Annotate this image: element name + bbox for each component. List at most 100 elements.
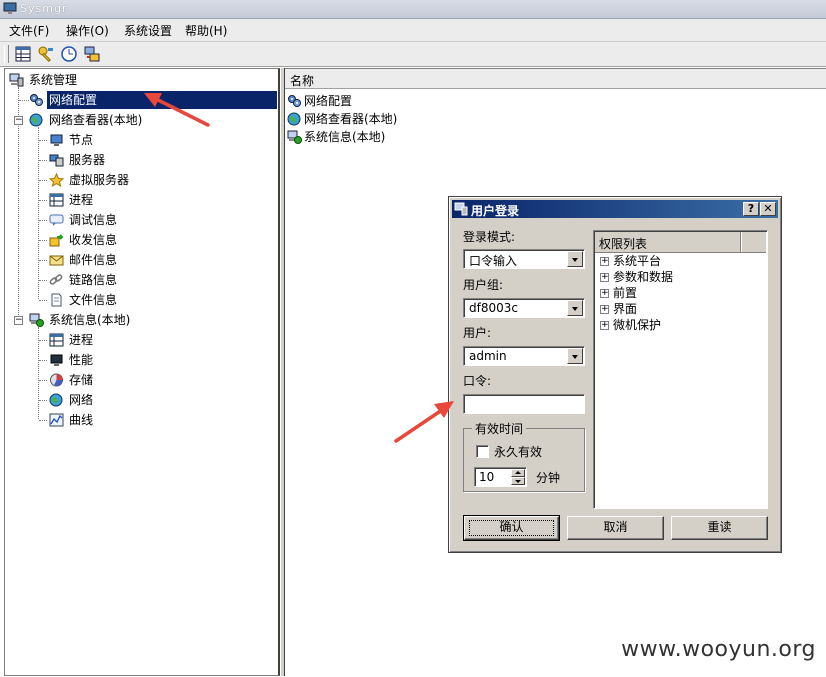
user-group-select[interactable]: df8003c [463,298,585,318]
globe-icon [287,112,301,126]
tree-connector [39,420,47,421]
tree-connector [39,360,47,361]
dialog-title: 用户登录 [471,204,520,218]
tree-connector [39,160,47,161]
exchange-icon [49,234,64,247]
monitor-dark-icon [50,354,63,366]
permanent-label: 永久有效 [494,445,543,459]
toolbar [0,42,826,67]
collapse-toggle[interactable]: − [14,316,23,325]
chevron-down-icon[interactable] [567,348,583,364]
collapse-toggle[interactable]: − [14,116,23,125]
envelope-icon [49,255,64,266]
watermark: www.wooyun.org [621,637,816,662]
cancel-button-label: 取消 [603,520,628,534]
tree-item-label: 邮件信息 [69,253,118,267]
expand-toggle[interactable]: + [600,289,609,298]
chevron-down-icon[interactable] [567,251,583,267]
line-chart-icon [49,413,64,427]
speech-bubble-icon [49,214,64,226]
connect-icon[interactable] [83,45,101,63]
expand-toggle[interactable]: + [600,305,609,314]
user-select[interactable]: admin [463,346,585,366]
navigation-tree[interactable]: 系统管理 网络配置 − 网络查看器(本地) 节点 服务器 虚拟服务器 进程 调试… [4,68,280,676]
computer-info-icon [287,130,302,144]
monitor-icon [3,2,17,14]
password-input[interactable] [463,394,585,414]
column-header-name[interactable]: 名称 [285,69,826,89]
menu-settings[interactable]: 系统设置 [124,22,172,39]
minutes-unit-label: 分钟 [536,471,561,485]
toolbar-grip[interactable] [4,45,9,63]
tree-item-label: 系统管理 [29,73,78,87]
expand-toggle[interactable]: + [600,257,609,266]
permission-list[interactable]: 权限列表 + 系统平台 + 参数和数据 + 前置 + 界面 + 微机保护 [593,230,768,509]
password-label: 口令: [463,374,492,388]
tree-item-label: 虚拟服务器 [69,173,130,187]
column-separator[interactable] [740,232,742,252]
tree-connector [39,220,47,221]
validity-group-title: 有效时间 [472,420,527,437]
star-icon [49,173,64,187]
window-title: Sysmgr [20,2,68,15]
tree-connector [38,127,39,299]
computer-icon [9,73,24,87]
server-icon [49,154,64,167]
grid-icon[interactable] [14,45,32,63]
chevron-down-icon[interactable] [567,300,583,316]
close-button[interactable]: ✕ [760,202,776,216]
focus-rect [469,520,554,536]
spin-down-icon[interactable] [511,477,525,485]
tree-item-label: 性能 [69,353,94,367]
cancel-button[interactable]: 取消 [567,516,664,540]
tree-item-label: 调试信息 [69,213,118,227]
dialog-titlebar[interactable]: 用户登录 ? ✕ [452,200,778,218]
tree-connector [39,140,47,141]
globe-icon [29,113,43,127]
pie-chart-icon [50,373,63,387]
permanent-checkbox[interactable] [476,445,489,458]
tree-item-label: 系统信息(本地) [49,313,131,327]
permission-item-label: 微机保护 [613,318,662,332]
computer-info-icon [29,313,44,327]
tree-item-label: 链路信息 [69,273,118,287]
menu-action[interactable]: 操作(O) [66,22,109,39]
globe-icon [49,393,63,407]
tree-item-label: 节点 [69,133,94,147]
tree-connector [39,300,47,301]
menu-help[interactable]: 帮助(H) [185,22,227,39]
reset-button[interactable]: 重读 [671,516,768,540]
clock-icon[interactable] [60,45,78,63]
spin-up-icon[interactable] [511,469,525,477]
tree-connector [39,380,47,381]
login-mode-value: 口令输入 [469,254,518,268]
user-group-value: df8003c [469,301,518,315]
menu-file[interactable]: 文件(F) [9,22,49,39]
tree-item-label: 曲线 [69,413,94,427]
expand-toggle[interactable]: + [600,321,609,330]
login-mode-label: 登录模式: [463,230,516,244]
validity-groupbox: 有效时间 永久有效 10 分钟 [463,420,585,492]
tree-connector [39,240,47,241]
annotation-arrow-icon [394,401,454,443]
permission-list-header[interactable]: 权限列表 [595,232,766,253]
annotation-arrow-icon [144,93,210,127]
expand-toggle[interactable]: + [600,273,609,282]
column-header-label: 名称 [290,74,315,88]
tree-connector [39,260,47,261]
tree-item-label: 存储 [69,373,94,387]
help-button[interactable]: ? [743,202,759,216]
permission-header-label: 权限列表 [599,237,648,251]
login-mode-select[interactable]: 口令输入 [463,249,585,269]
tree-connector [39,180,47,181]
ok-button[interactable]: 确认 [463,515,560,541]
minutes-spinner[interactable]: 10 [474,467,527,487]
minutes-value: 10 [479,470,495,484]
reset-button-label: 重读 [707,520,732,534]
document-icon [51,293,62,307]
tree-item-label: 网络 [69,393,94,407]
gears-icon [30,94,43,106]
key-icon[interactable] [37,45,55,63]
table-icon [49,193,64,207]
login-dialog: 用户登录 ? ✕ 登录模式: 口令输入 用户组: df8003c 用户: adm… [448,196,782,553]
